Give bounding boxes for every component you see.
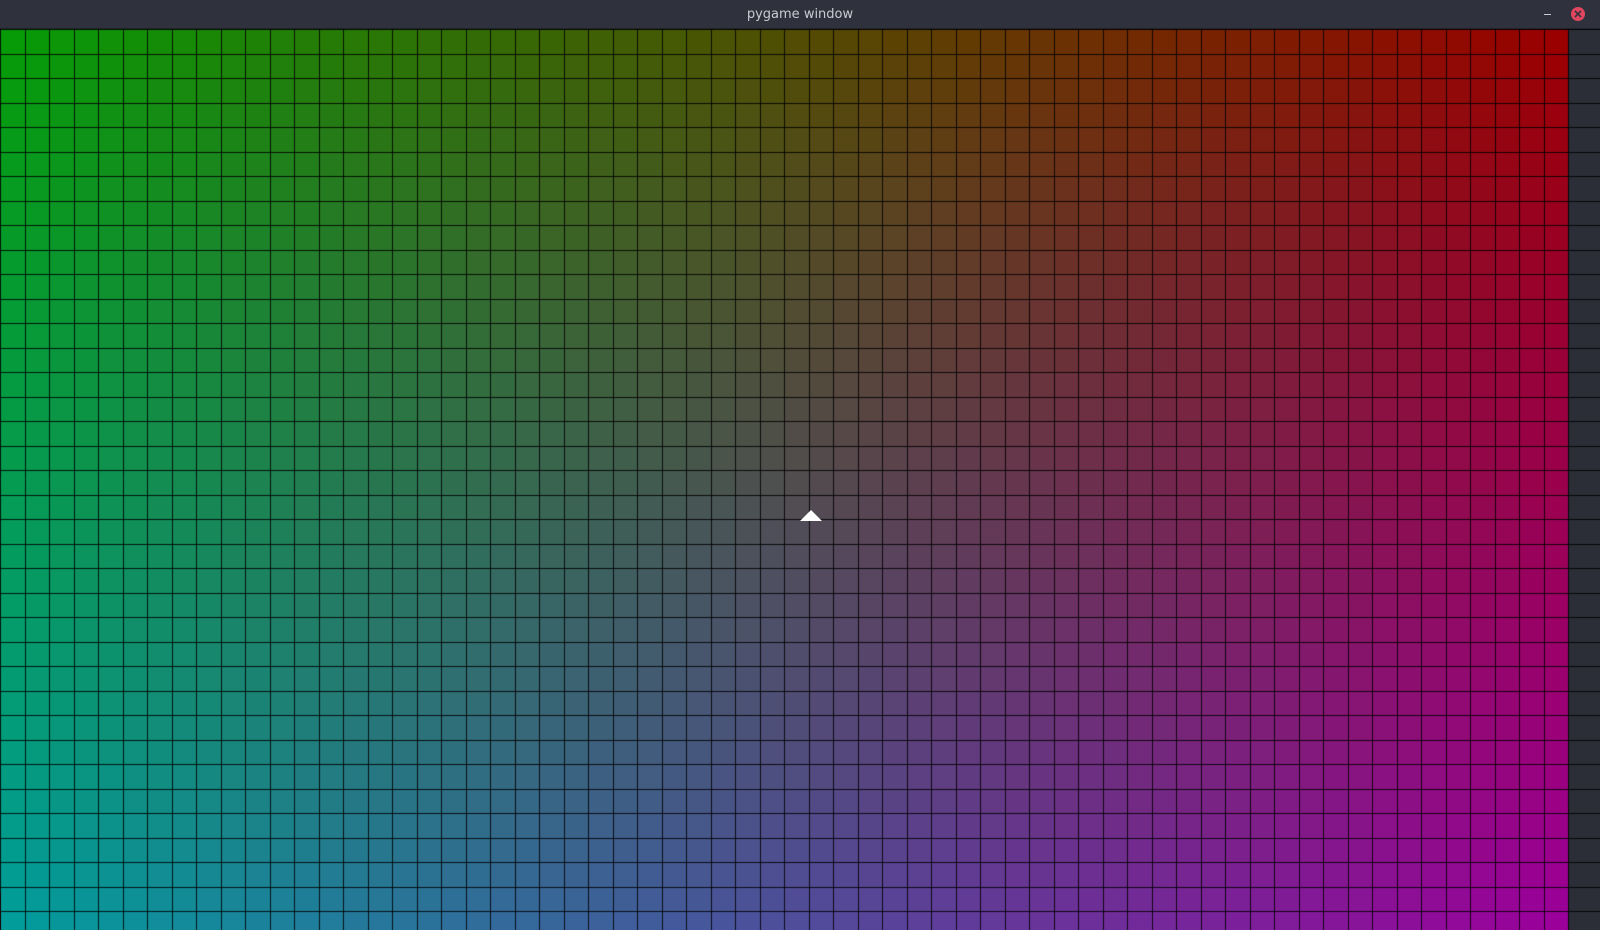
game-area[interactable] (0, 29, 1600, 930)
color-grid-canvas[interactable] (0, 29, 1600, 930)
close-button[interactable] (1571, 7, 1585, 21)
window-title: pygame window (746, 7, 854, 22)
close-icon (1571, 7, 1585, 21)
minimize-button[interactable] (1538, 4, 1558, 24)
minimize-icon (1544, 14, 1551, 15)
title-bar[interactable]: pygame window (0, 0, 1600, 29)
pygame-window: pygame window (0, 0, 1600, 930)
left-edge-line (0, 893, 1, 930)
